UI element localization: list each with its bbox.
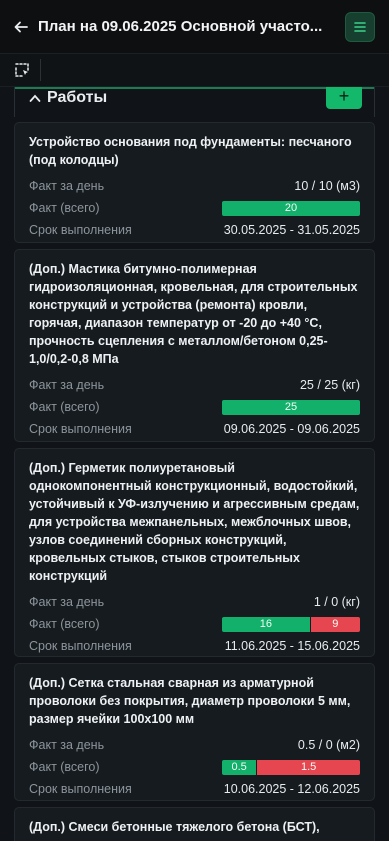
deadline-label: Срок выполнения: [29, 639, 132, 653]
hamburger-icon: [354, 21, 366, 32]
top-bar: План на 09.06.2025 Основной участо...: [0, 0, 389, 54]
work-title: Устройство основания под фундаменты: пес…: [29, 135, 352, 167]
work-card[interactable]: Устройство основания под фундаменты: пес…: [14, 122, 375, 243]
progress-bar: 16 9: [222, 616, 360, 632]
add-work-button[interactable]: +: [326, 87, 362, 109]
deadline-label: Срок выполнения: [29, 422, 132, 436]
select-area-icon[interactable]: [14, 62, 30, 78]
secondary-toolbar: [0, 54, 389, 87]
works-section-header: Работы +: [14, 87, 375, 117]
fact-day-row: Факт за день 1 / 0 (кг): [29, 591, 360, 613]
deadline-row: Срок выполнения 11.06.2025 - 15.06.2025: [29, 635, 360, 657]
fact-day-row: Факт за день 25 / 25 (кг): [29, 374, 360, 396]
deadline-value: 11.06.2025 - 15.06.2025: [224, 639, 360, 653]
back-arrow-icon[interactable]: [12, 18, 30, 36]
deadline-label: Срок выполнения: [29, 782, 132, 796]
work-card[interactable]: (Доп.) Герметик полиуретановый однокомпо…: [14, 448, 375, 657]
progress-bar: 0.5 1.5: [222, 759, 360, 775]
fact-day-row: Факт за день 10 / 10 (м3): [29, 175, 360, 197]
fact-day-label: Факт за день: [29, 179, 105, 193]
fact-total-row: Факт (всего) 20: [29, 197, 360, 219]
deadline-value: 30.05.2025 - 31.05.2025: [223, 223, 360, 237]
menu-button[interactable]: [345, 11, 375, 42]
fact-day-value: 10 / 10 (м3): [294, 179, 360, 193]
fact-day-value: 1 / 0 (кг): [313, 595, 360, 609]
fact-day-row: Факт за день 0.5 / 0 (м2): [29, 734, 360, 756]
work-title: (Доп.) Сетка стальная сварная из арматур…: [29, 676, 351, 726]
fact-total-row: Факт (всего) 25: [29, 396, 360, 418]
work-title: (Доп.) Герметик полиуретановый однокомпо…: [29, 461, 360, 583]
section-title: Работы: [47, 89, 108, 106]
chevron-up-icon: [29, 94, 41, 102]
fact-total-label: Факт (всего): [29, 760, 100, 774]
works-section-toggle[interactable]: Работы: [29, 89, 107, 107]
deadline-row: Срок выполнения 10.06.2025 - 12.06.2025: [29, 778, 360, 800]
fact-day-label: Факт за день: [29, 595, 105, 609]
fact-day-label: Факт за день: [29, 738, 105, 752]
work-title: (Доп.) Мастика битумно-полимерная гидрои…: [29, 262, 358, 366]
work-card[interactable]: (Доп.) Мастика битумно-полимерная гидрои…: [14, 249, 375, 442]
progress-segment: 0.5: [222, 759, 258, 775]
work-title: (Доп.) Смеси бетонные тяжелого бетона (Б…: [29, 820, 320, 834]
progress-segment: 20: [222, 200, 360, 216]
deadline-label: Срок выполнения: [29, 223, 132, 237]
deadline-row: Срок выполнения 30.05.2025 - 31.05.2025: [29, 219, 360, 241]
progress-segment: 9: [310, 616, 360, 632]
fact-total-row: Факт (всего) 16 9: [29, 613, 360, 635]
fact-day-value: 25 / 25 (кг): [299, 378, 360, 392]
deadline-value: 09.06.2025 - 09.06.2025: [223, 422, 360, 436]
deadline-row: Срок выполнения 09.06.2025 - 09.06.2025: [29, 418, 360, 440]
progress-segment: 25: [222, 399, 360, 415]
fact-total-label: Факт (всего): [29, 400, 100, 414]
toolbar-divider: [40, 59, 41, 81]
fact-day-value: 0.5 / 0 (м2): [297, 738, 360, 752]
progress-segment: 1.5: [257, 759, 360, 775]
fact-total-label: Факт (всего): [29, 201, 100, 215]
page-title: План на 09.06.2025 Основной участо...: [38, 18, 323, 35]
work-card[interactable]: (Доп.) Смеси бетонные тяжелого бетона (Б…: [14, 807, 375, 841]
progress-bar: 20: [222, 200, 360, 216]
progress-bar: 25: [222, 399, 360, 415]
work-card[interactable]: (Доп.) Сетка стальная сварная из арматур…: [14, 663, 375, 801]
fact-total-label: Факт (всего): [29, 617, 100, 631]
deadline-value: 10.06.2025 - 12.06.2025: [223, 782, 360, 796]
progress-segment: 16: [222, 616, 311, 632]
works-scroll-area[interactable]: Работы + Устройство основания под фундам…: [0, 87, 389, 841]
fact-total-row: Факт (всего) 0.5 1.5: [29, 756, 360, 778]
fact-day-label: Факт за день: [29, 378, 105, 392]
